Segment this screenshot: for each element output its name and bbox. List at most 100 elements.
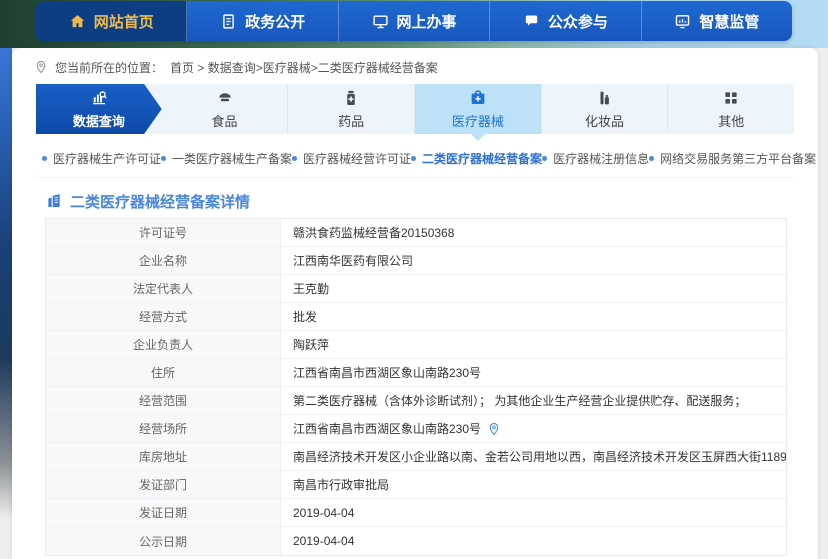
table-row: 经营方式 批发 bbox=[46, 303, 786, 331]
category-tab[interactable]: 其他 bbox=[668, 84, 794, 134]
row-value: 江西南华医药有限公司 bbox=[293, 252, 413, 269]
breadcrumb: 您当前所在的位置： 首页 > 数据查询>医疗器械>二类医疗器械经营备案 bbox=[34, 58, 794, 76]
category-tab[interactable]: 药品 bbox=[288, 84, 415, 134]
subnav-item-label: 网络交易服务第三方平台备案 bbox=[660, 150, 816, 167]
category-tab[interactable]: 数据查询 bbox=[36, 84, 162, 134]
main-nav: 网站首页 政务公开 网上办事 公众参与 智慧监管 bbox=[36, 1, 792, 41]
subnav: 医疗器械生产许可证 一类医疗器械生产备案 医疗器械经营许可证 二类医疗器械经营备… bbox=[36, 142, 794, 178]
detail-icon bbox=[45, 192, 63, 210]
nav-item-label: 智慧监管 bbox=[699, 11, 759, 32]
table-row: 法定代表人 王克勤 bbox=[46, 275, 786, 303]
breadcrumb-label: 您当前所在的位置： bbox=[55, 59, 163, 76]
medical-device-icon bbox=[469, 89, 487, 107]
subnav-item[interactable]: 医疗器械注册信息 bbox=[542, 150, 649, 167]
category-tab-label: 医疗器械 bbox=[452, 111, 504, 130]
row-value-cell: 江西省南昌市西湖区象山南路230号 bbox=[281, 415, 786, 442]
section-title-text: 二类医疗器械经营备案详情 bbox=[70, 191, 250, 212]
bullet-dot bbox=[161, 156, 166, 161]
table-row: 公示日期 2019-04-04 bbox=[46, 527, 786, 555]
category-tab-label: 化妆品 bbox=[585, 111, 624, 130]
row-label-cell: 住所 bbox=[46, 359, 281, 386]
subnav-item[interactable]: 医疗器械生产许可证 bbox=[42, 150, 161, 167]
table-row: 企业负责人 陶跃萍 bbox=[46, 331, 786, 359]
row-label-cell: 公示日期 bbox=[46, 527, 281, 555]
row-value-cell: 第二类医疗器械（含体外诊断试剂）； 为其他企业生产经营企业提供贮存、配送服务； bbox=[281, 387, 786, 414]
table-row: 住所 江西省南昌市西湖区象山南路230号 bbox=[46, 359, 786, 387]
subnav-item[interactable]: 一类医疗器械生产备案 bbox=[161, 150, 292, 167]
row-value: 2019-04-04 bbox=[293, 534, 354, 548]
row-value-cell: 2019-04-04 bbox=[281, 499, 786, 526]
bullet-dot bbox=[42, 156, 47, 161]
chat-icon bbox=[523, 13, 540, 30]
location-icon[interactable] bbox=[487, 422, 501, 436]
left-edge-strip bbox=[0, 48, 12, 518]
subnav-item-label: 医疗器械注册信息 bbox=[553, 150, 649, 167]
subnav-item-label: 医疗器械生产许可证 bbox=[53, 150, 161, 167]
table-row: 经营范围 第二类医疗器械（含体外诊断试剂）； 为其他企业生产经营企业提供贮存、配… bbox=[46, 387, 786, 415]
row-label: 发证部门 bbox=[139, 476, 187, 493]
content-card: 您当前所在的位置： 首页 > 数据查询>医疗器械>二类医疗器械经营备案 数据查询… bbox=[12, 48, 818, 559]
row-label-cell: 发证日期 bbox=[46, 499, 281, 526]
category-tab[interactable]: 食品 bbox=[162, 84, 289, 134]
row-value-cell: 赣洪食药监械经营备20150368 bbox=[281, 219, 786, 246]
subnav-item[interactable]: 医疗器械经营许可证 bbox=[292, 150, 411, 167]
drug-icon bbox=[342, 89, 360, 107]
home-icon bbox=[69, 13, 86, 30]
category-tab-label: 药品 bbox=[338, 111, 364, 130]
food-icon bbox=[216, 89, 234, 107]
row-label-cell: 经营范围 bbox=[46, 387, 281, 414]
row-label: 住所 bbox=[151, 364, 175, 381]
subnav-item-label: 一类医疗器械生产备案 bbox=[172, 150, 292, 167]
nav-item-label: 网上办事 bbox=[397, 11, 457, 32]
row-label-cell: 经营场所 bbox=[46, 415, 281, 442]
category-tab[interactable]: 医疗器械 bbox=[415, 84, 542, 134]
row-label: 库房地址 bbox=[139, 448, 187, 465]
nav-item[interactable]: 公众参与 bbox=[490, 1, 641, 41]
other-icon bbox=[722, 89, 740, 107]
row-value: 2019-04-04 bbox=[293, 506, 354, 520]
category-tab[interactable]: 化妆品 bbox=[542, 84, 669, 134]
table-row: 企业名称 江西南华医药有限公司 bbox=[46, 247, 786, 275]
row-label: 许可证号 bbox=[139, 224, 187, 241]
category-tabs: 数据查询 食品 药品 医疗器械 化妆品 bbox=[36, 84, 794, 134]
row-value-cell: 批发 bbox=[281, 303, 786, 330]
nav-item-label: 公众参与 bbox=[548, 11, 608, 32]
row-value: 南昌经济技术开发区小企业路以南、金若公司用地以西，南昌经济技术开发区玉屏西大街1… bbox=[293, 448, 786, 465]
row-value-cell: 2019-04-04 bbox=[281, 527, 786, 555]
nav-item[interactable]: 政务公开 bbox=[187, 1, 338, 41]
row-label: 经营方式 bbox=[139, 308, 187, 325]
subnav-item-label: 二类医疗器械经营备案 bbox=[422, 150, 542, 167]
category-tab-label: 数据查询 bbox=[73, 111, 125, 130]
nav-item[interactable]: 智慧监管 bbox=[642, 1, 792, 41]
category-tab-label: 食品 bbox=[212, 111, 238, 130]
nav-item-label: 网站首页 bbox=[94, 11, 154, 32]
table-row: 经营场所 江西省南昌市西湖区象山南路230号 bbox=[46, 415, 786, 443]
row-label-cell: 经营方式 bbox=[46, 303, 281, 330]
row-label: 公示日期 bbox=[139, 533, 187, 550]
cosmetics-icon bbox=[596, 89, 614, 107]
subnav-item[interactable]: 二类医疗器械经营备案 bbox=[411, 150, 542, 167]
row-label-cell: 法定代表人 bbox=[46, 275, 281, 302]
subnav-item-label: 医疗器械经营许可证 bbox=[303, 150, 411, 167]
row-label: 法定代表人 bbox=[133, 280, 193, 297]
subnav-item[interactable]: 网络交易服务第三方平台备案 bbox=[649, 150, 816, 167]
row-label: 经营场所 bbox=[139, 420, 187, 437]
row-value: 第二类医疗器械（含体外诊断试剂）； 为其他企业生产经营企业提供贮存、配送服务； bbox=[293, 392, 746, 409]
nav-item-label: 政务公开 bbox=[245, 11, 305, 32]
table-row: 许可证号 赣洪食药监械经营备20150368 bbox=[46, 219, 786, 247]
category-tab-label: 其他 bbox=[718, 111, 744, 130]
nav-item[interactable]: 网上办事 bbox=[339, 1, 490, 41]
breadcrumb-path[interactable]: 首页 > 数据查询>医疗器械>二类医疗器械经营备案 bbox=[170, 59, 438, 76]
row-value-cell: 陶跃萍 bbox=[281, 331, 786, 358]
bullet-dot bbox=[411, 156, 416, 161]
table-row: 发证日期 2019-04-04 bbox=[46, 499, 786, 527]
document-icon bbox=[220, 13, 237, 30]
row-label-cell: 企业负责人 bbox=[46, 331, 281, 358]
detail-table: 许可证号 赣洪食药监械经营备20150368 企业名称 江西南华医药有限公司 bbox=[45, 218, 787, 556]
row-label-cell: 发证部门 bbox=[46, 471, 281, 498]
nav-item[interactable]: 网站首页 bbox=[36, 1, 187, 41]
data-search-icon bbox=[90, 89, 108, 107]
table-row: 库房地址 南昌经济技术开发区小企业路以南、金若公司用地以西，南昌经济技术开发区玉… bbox=[46, 443, 786, 471]
table-row: 发证部门 南昌市行政审批局 bbox=[46, 471, 786, 499]
row-value: 陶跃萍 bbox=[293, 336, 329, 353]
